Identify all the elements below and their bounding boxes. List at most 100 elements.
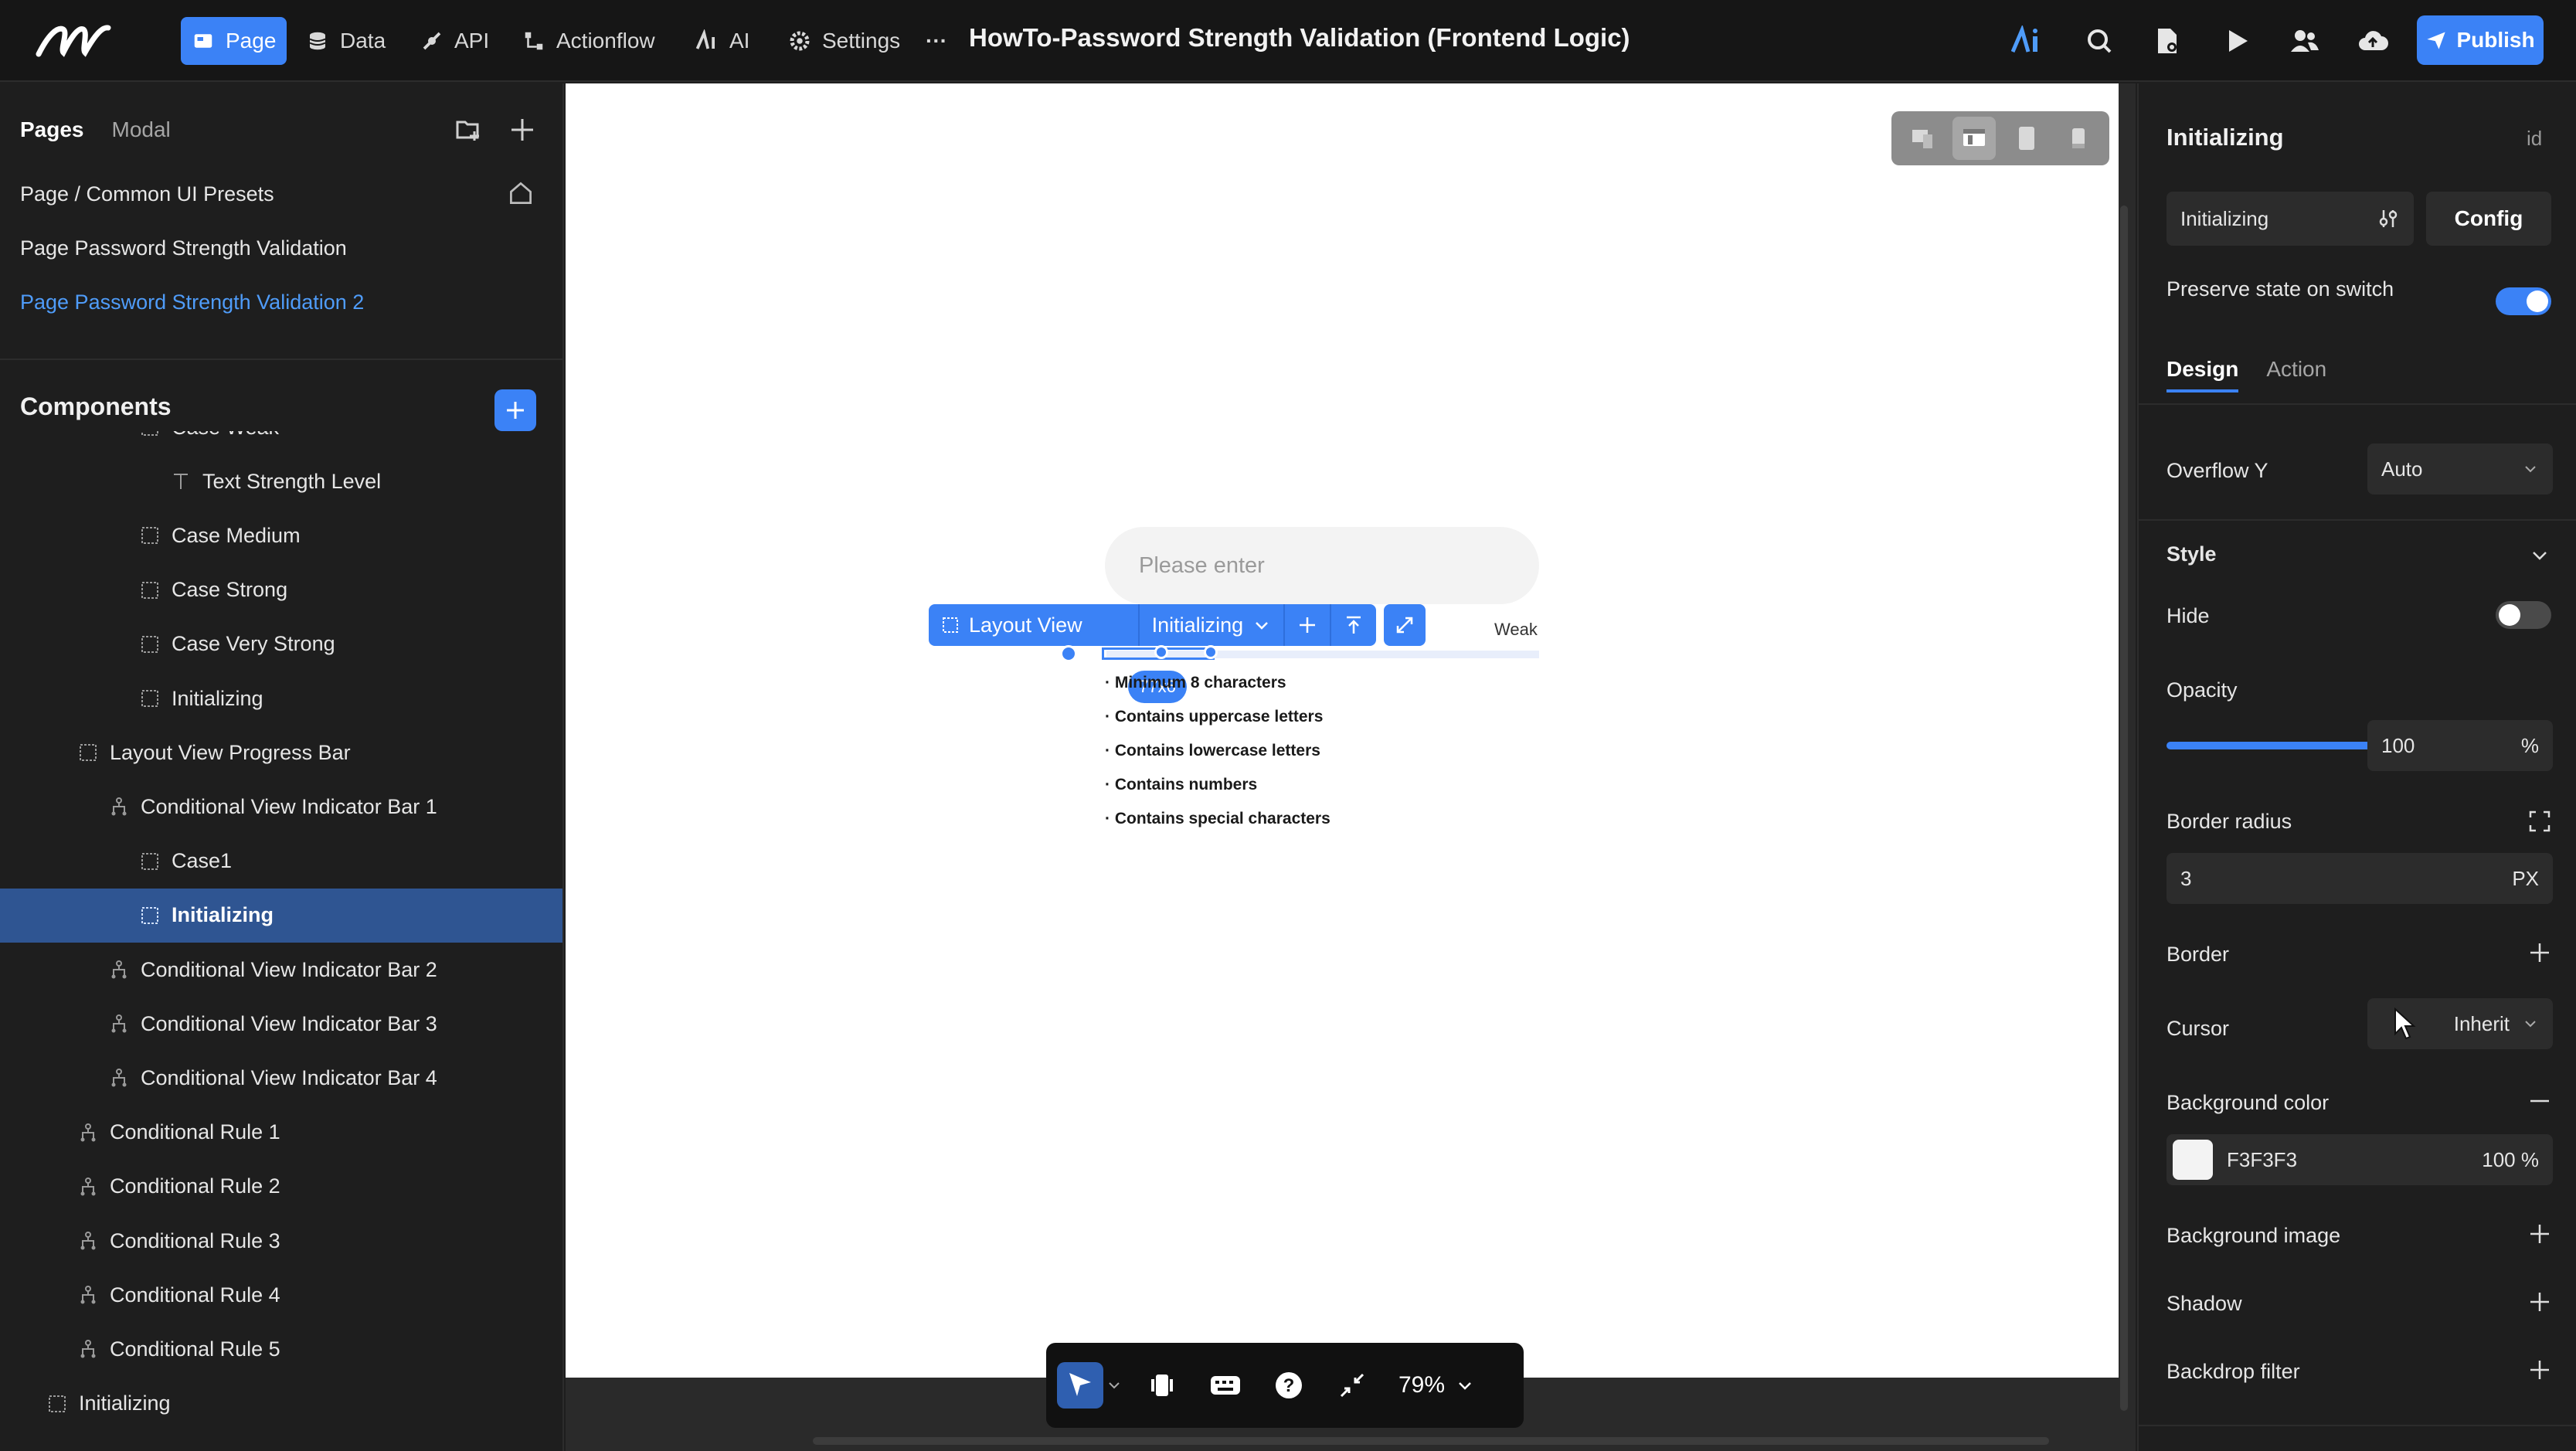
publish-button[interactable]: Publish bbox=[2417, 15, 2544, 65]
nav-settings[interactable]: Settings bbox=[777, 17, 911, 65]
drag-handle-icon[interactable] bbox=[1060, 645, 1077, 662]
backdrop-filter-label: Backdrop filter bbox=[2166, 1360, 2300, 1383]
preserve-state-toggle[interactable] bbox=[2496, 287, 2551, 315]
canvas-toolbar: ? 79% bbox=[1046, 1343, 1524, 1428]
resize-handle-right-icon[interactable] bbox=[1204, 645, 1218, 659]
border-radius-input[interactable]: 3 PX bbox=[2166, 853, 2553, 904]
tree-item-label: Conditional Rule 2 bbox=[110, 1174, 280, 1198]
tree-item[interactable]: Layout View Progress Bar bbox=[0, 726, 562, 780]
tree-item[interactable]: Text Strength Level bbox=[0, 454, 562, 508]
more-menu-button[interactable]: ··· bbox=[915, 17, 958, 65]
state-select[interactable]: Initializing bbox=[2166, 192, 2414, 246]
add-border-icon[interactable] bbox=[2527, 940, 2553, 966]
tab-action[interactable]: Action bbox=[2266, 357, 2326, 392]
select-parent-button[interactable] bbox=[1331, 604, 1377, 646]
hide-toggle[interactable] bbox=[2496, 601, 2551, 629]
tree-item[interactable]: Initializing bbox=[0, 888, 562, 943]
mobile-device-icon[interactable] bbox=[2057, 117, 2100, 160]
tree-item[interactable]: Conditional View Indicator Bar 2 bbox=[0, 943, 562, 997]
tree-item[interactable]: Case Very Strong bbox=[0, 617, 562, 671]
design-canvas[interactable]: Please enter Layout View Initializing We… bbox=[566, 83, 2119, 1378]
add-backdrop-filter-icon[interactable] bbox=[2527, 1357, 2553, 1383]
tab-modal[interactable]: Modal bbox=[112, 117, 171, 142]
tab-pages[interactable]: Pages bbox=[20, 117, 84, 142]
config-button[interactable]: Config bbox=[2426, 192, 2551, 246]
nav-data[interactable]: Data bbox=[295, 17, 396, 65]
device-frame-tool[interactable] bbox=[1139, 1362, 1185, 1409]
tablet-device-icon[interactable] bbox=[2005, 117, 2048, 160]
horizontal-scrollbar[interactable] bbox=[813, 1437, 2049, 1445]
tree-item[interactable]: Initializing bbox=[0, 1377, 562, 1431]
nav-actionflow[interactable]: Actionflow bbox=[511, 17, 666, 65]
panel-title: Initializing bbox=[2166, 124, 2284, 151]
tree-item[interactable]: Case Strong bbox=[0, 563, 562, 617]
nav-api[interactable]: API bbox=[410, 17, 500, 65]
desktop-device-icon[interactable] bbox=[1952, 117, 1997, 160]
keyboard-shortcuts-tool[interactable] bbox=[1202, 1362, 1249, 1409]
resize-handle-icon[interactable] bbox=[1154, 645, 1168, 659]
expand-button[interactable] bbox=[1384, 604, 1426, 646]
tree-item[interactable]: Conditional Rule 2 bbox=[0, 1160, 562, 1214]
tree-item[interactable]: Case1 bbox=[0, 834, 562, 889]
zoom-dropdown[interactable]: 79% bbox=[1398, 1372, 1474, 1398]
vertical-scrollbar[interactable] bbox=[2120, 206, 2128, 1411]
logo-icon[interactable] bbox=[34, 20, 119, 64]
document-settings-icon[interactable] bbox=[2149, 23, 2185, 59]
opacity-slider-track[interactable] bbox=[2166, 742, 2401, 749]
page-item-password-validation-2[interactable]: Page Password Strength Validation 2 bbox=[20, 291, 364, 314]
tree-item[interactable]: Conditional View Indicator Bar 4 bbox=[0, 1051, 562, 1105]
password-input[interactable]: Please enter bbox=[1105, 527, 1539, 604]
tree-item-label: Case Very Strong bbox=[172, 632, 335, 656]
state-dropdown[interactable]: Initializing bbox=[1139, 604, 1286, 646]
cloud-sync-icon[interactable] bbox=[2355, 23, 2391, 59]
help-tool[interactable]: ? bbox=[1266, 1362, 1312, 1409]
preview-play-icon[interactable] bbox=[2219, 23, 2255, 59]
tree-item[interactable]: Case Medium bbox=[0, 508, 562, 562]
page-item-common-ui[interactable]: Page / Common UI Presets bbox=[20, 182, 274, 206]
add-folder-icon[interactable] bbox=[453, 114, 484, 145]
nav-data-label: Data bbox=[340, 29, 386, 53]
tree-item[interactable]: Conditional View Indicator Bar 3 bbox=[0, 997, 562, 1051]
tree-item[interactable]: Conditional Rule 1 bbox=[0, 1106, 562, 1160]
state-dropdown-label: Initializing bbox=[1151, 613, 1244, 637]
background-color-hex: F3F3F3 bbox=[2227, 1147, 2298, 1171]
refresh-search-icon[interactable] bbox=[2082, 23, 2117, 59]
ai-assistant-icon[interactable] bbox=[2009, 23, 2044, 59]
collaborators-icon[interactable] bbox=[2287, 23, 2323, 59]
chevron-down-icon[interactable] bbox=[1106, 1378, 1122, 1393]
tree-item[interactable]: Conditional Rule 4 bbox=[0, 1268, 562, 1322]
shadow-label: Shadow bbox=[2166, 1292, 2242, 1315]
insert-child-button[interactable] bbox=[1285, 604, 1332, 646]
tree-item[interactable]: Conditional Rule 3 bbox=[0, 1214, 562, 1268]
border-radius-value: 3 bbox=[2180, 866, 2192, 890]
background-color-input[interactable]: F3F3F3 100 % bbox=[2166, 1134, 2553, 1185]
chevron-down-icon[interactable] bbox=[2527, 542, 2553, 569]
home-icon[interactable] bbox=[507, 179, 538, 210]
database-icon bbox=[309, 32, 326, 50]
nav-ai[interactable]: AI bbox=[685, 17, 760, 65]
add-background-image-icon[interactable] bbox=[2527, 1221, 2553, 1247]
add-shadow-icon[interactable] bbox=[2527, 1289, 2553, 1315]
component-id-button[interactable]: id bbox=[2527, 127, 2542, 151]
tree-item[interactable]: Conditional Rule 5 bbox=[0, 1322, 562, 1376]
tree-item[interactable]: Conditional View Indicator Bar 1 bbox=[0, 780, 562, 834]
preserve-state-label: Preserve state on switch bbox=[2166, 277, 2394, 301]
multi-device-icon[interactable] bbox=[1901, 117, 1944, 160]
add-page-icon[interactable] bbox=[507, 114, 538, 145]
tree-item[interactable]: Case Weak bbox=[0, 431, 562, 454]
api-icon bbox=[423, 32, 441, 50]
remove-background-icon[interactable] bbox=[2527, 1088, 2553, 1114]
opacity-input[interactable]: 100 % bbox=[2367, 720, 2553, 771]
add-component-button[interactable] bbox=[494, 389, 536, 431]
page-item-password-validation[interactable]: Page Password Strength Validation bbox=[20, 236, 347, 260]
selected-component-type[interactable]: Layout View bbox=[929, 604, 1140, 646]
tab-design[interactable]: Design bbox=[2166, 357, 2239, 392]
background-color-group: F3F3F3 bbox=[2173, 1140, 2298, 1180]
select-tool[interactable] bbox=[1057, 1362, 1103, 1409]
corner-radius-icon[interactable] bbox=[2527, 808, 2553, 834]
tree-item[interactable]: Initializing bbox=[0, 671, 562, 726]
color-swatch[interactable] bbox=[2173, 1140, 2213, 1180]
nav-page[interactable]: Page bbox=[181, 17, 287, 65]
fit-screen-tool[interactable] bbox=[1329, 1362, 1375, 1409]
overflow-y-select[interactable]: Auto bbox=[2367, 443, 2553, 494]
